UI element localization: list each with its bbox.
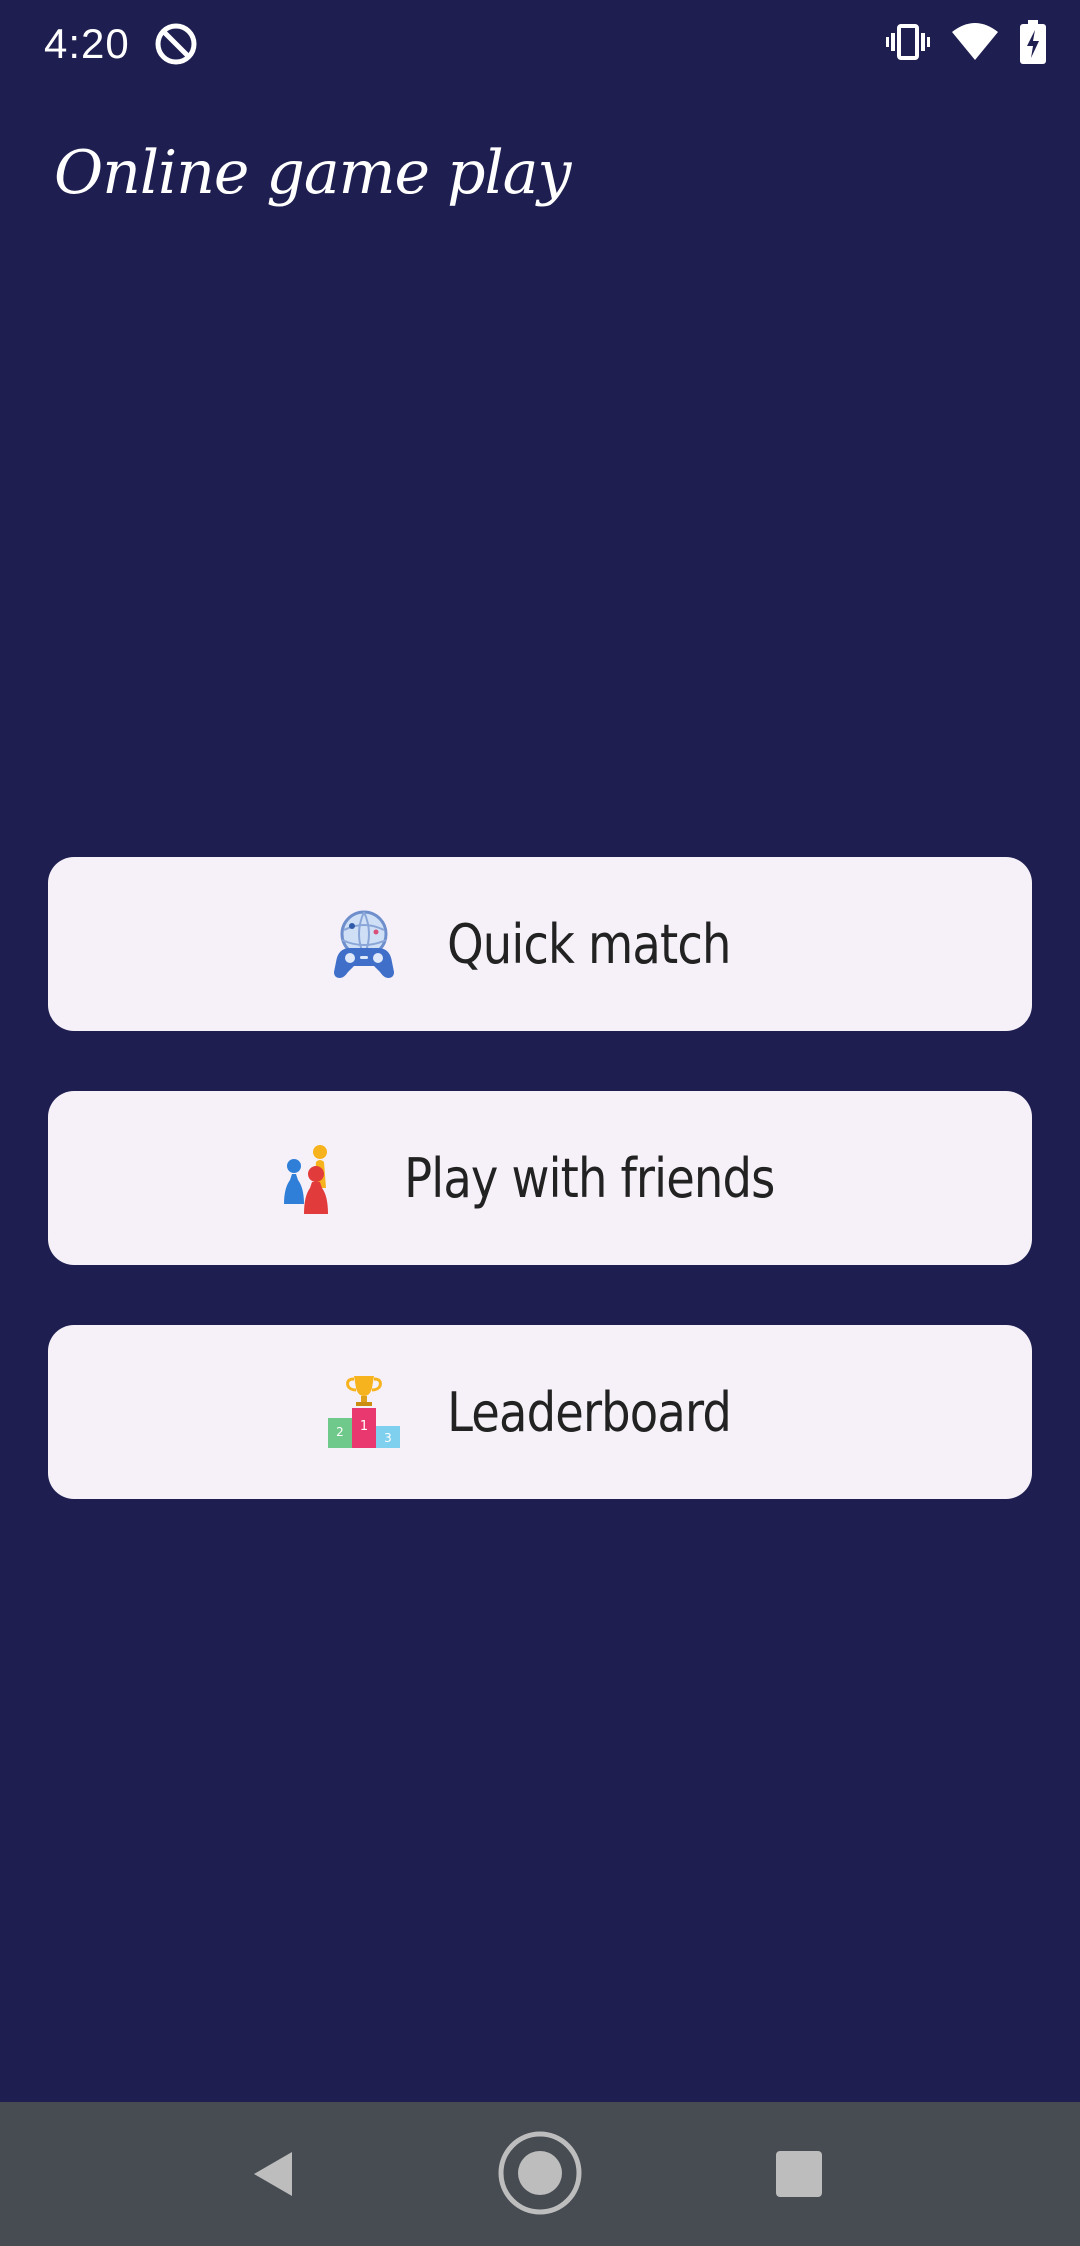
do-not-disturb-icon bbox=[152, 20, 200, 68]
quick-match-button[interactable]: Quick match bbox=[48, 857, 1032, 1031]
recents-icon[interactable] bbox=[776, 2151, 822, 2197]
leaderboard-button[interactable]: 1 2 3 Leaderboard bbox=[48, 1325, 1032, 1499]
quick-match-label: Quick match bbox=[447, 912, 731, 976]
back-icon[interactable] bbox=[248, 2148, 300, 2200]
game-pawns-icon bbox=[276, 1140, 352, 1216]
battery-charging-icon bbox=[1020, 19, 1046, 69]
status-time: 4:20 bbox=[44, 20, 130, 67]
status-icons bbox=[886, 18, 1046, 70]
podium-trophy-icon: 1 2 3 bbox=[326, 1374, 402, 1450]
wifi-icon bbox=[952, 22, 998, 67]
leaderboard-label: Leaderboard bbox=[447, 1380, 732, 1444]
page-title: Online game play bbox=[54, 138, 571, 208]
play-with-friends-button[interactable]: Play with friends bbox=[48, 1091, 1032, 1265]
svg-text:3: 3 bbox=[384, 1431, 392, 1445]
status-bar: 4:20 bbox=[0, 0, 1080, 88]
gamepad-globe-icon bbox=[326, 906, 402, 982]
navigation-bar bbox=[0, 2102, 1080, 2246]
svg-text:1: 1 bbox=[360, 1419, 368, 1434]
play-with-friends-label: Play with friends bbox=[403, 1146, 775, 1210]
home-icon[interactable] bbox=[497, 2130, 583, 2216]
vibrate-icon bbox=[886, 22, 930, 67]
svg-text:2: 2 bbox=[336, 1425, 344, 1439]
